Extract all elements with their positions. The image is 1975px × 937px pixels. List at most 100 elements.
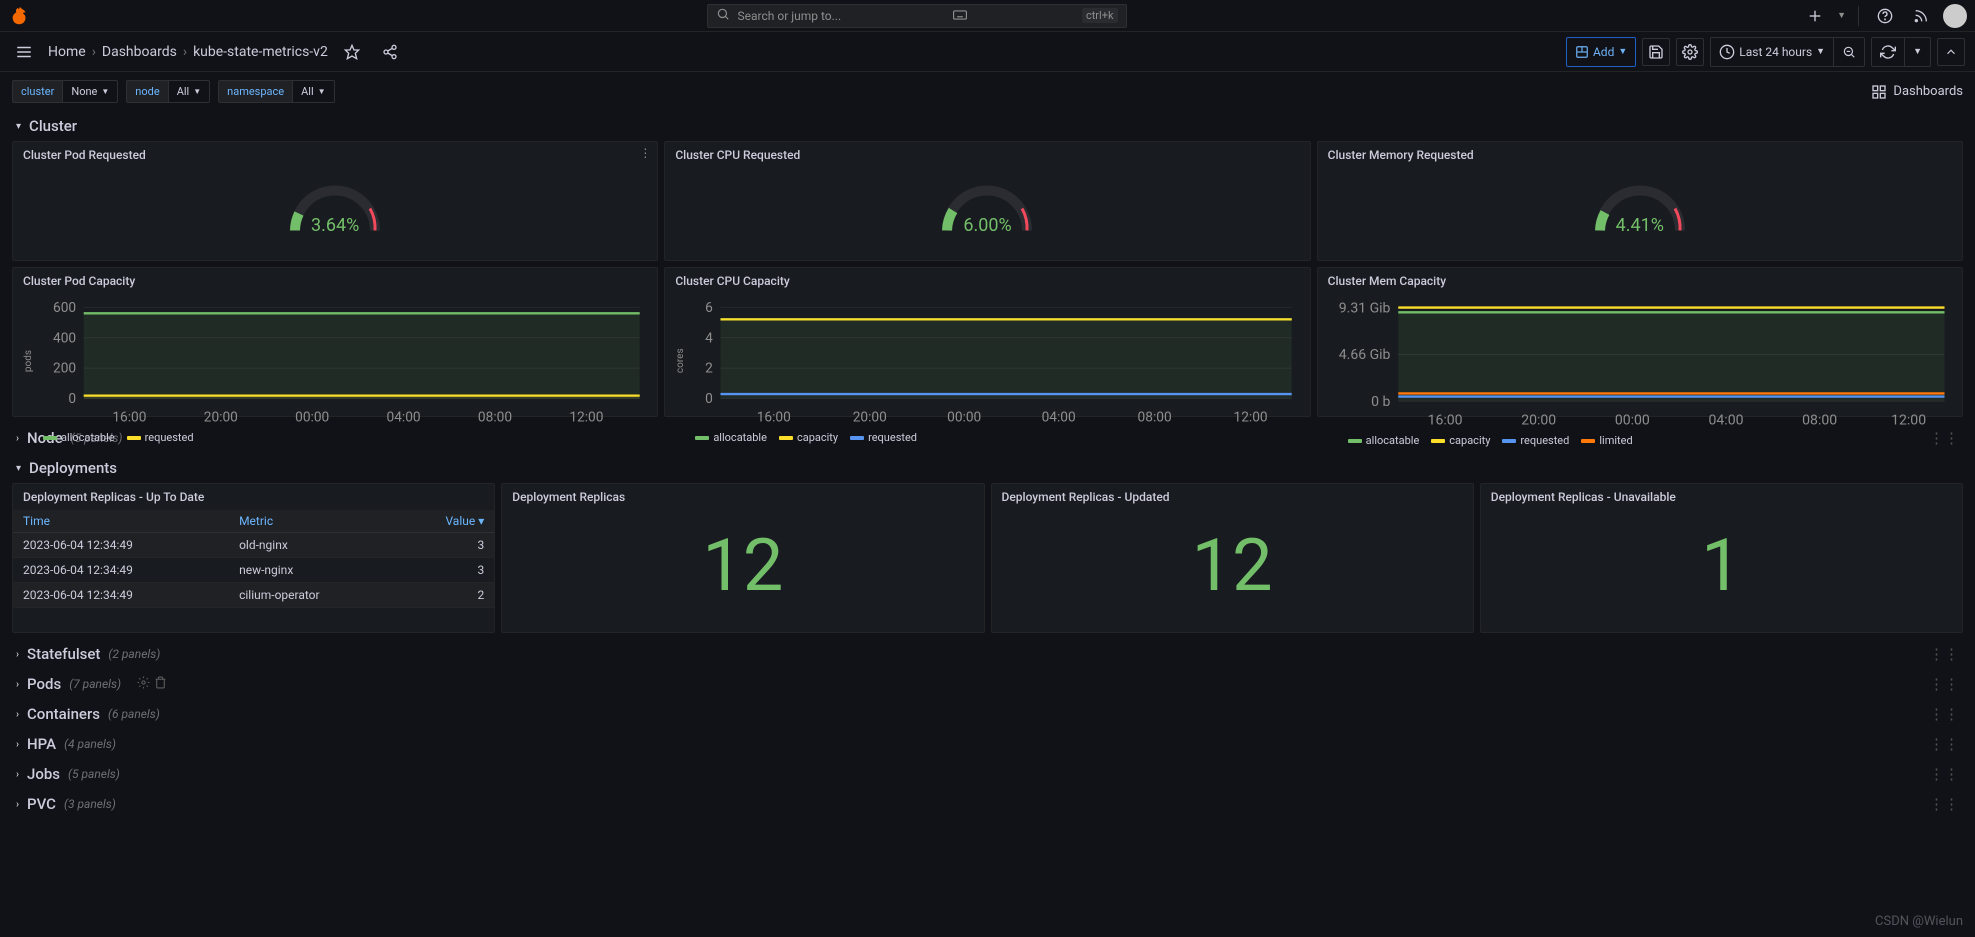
table-header-metric[interactable]: Metric — [229, 510, 396, 533]
row-containers[interactable]: › Containers (6 panels) ⋮⋮ — [12, 699, 1963, 729]
chevron-down-icon: ▼ — [193, 87, 201, 96]
panel-count: (2 panels) — [108, 647, 160, 661]
save-icon[interactable] — [1642, 38, 1670, 66]
divider — [1858, 6, 1859, 26]
gear-icon[interactable] — [137, 675, 150, 693]
panel-cluster-cpu-requested[interactable]: Cluster CPU Requested 6.00% — [664, 141, 1310, 261]
chart-legend: allocatable requested — [23, 431, 647, 444]
svg-text:08:00: 08:00 — [1802, 413, 1837, 429]
news-icon[interactable] — [1907, 2, 1935, 30]
svg-text:9.31 Gib: 9.31 Gib — [1338, 300, 1390, 316]
watermark: CSDN @Wielun — [1875, 914, 1963, 929]
gauge: 4.41% — [1590, 178, 1690, 238]
collapse-icon[interactable] — [1937, 38, 1965, 66]
row-title: Deployments — [29, 459, 117, 477]
row-pvc[interactable]: › PVC (3 panels) ⋮⋮ — [12, 789, 1963, 819]
panel-cluster-memory-requested[interactable]: Cluster Memory Requested 4.41% — [1317, 141, 1963, 261]
var-cluster-value[interactable]: None▼ — [63, 80, 118, 103]
svg-text:04:00: 04:00 — [1708, 413, 1743, 429]
breadcrumb-dashboards[interactable]: Dashboards — [102, 44, 177, 60]
panel-cluster-pod-requested[interactable]: Cluster Pod Requested ⋮ 3.64% — [12, 141, 658, 261]
var-node: node All▼ — [126, 80, 210, 103]
svg-text:0: 0 — [705, 391, 713, 407]
y-axis-label: cores — [675, 292, 686, 429]
panel-menu-icon[interactable]: ⋮ — [639, 146, 651, 160]
panel-count: (3 panels) — [64, 797, 116, 811]
svg-text:0 b: 0 b — [1371, 394, 1390, 410]
var-node-label: node — [126, 80, 168, 103]
drag-handle-icon[interactable]: ⋮⋮ — [1929, 705, 1959, 723]
refresh-interval-button[interactable]: ▼ — [1905, 37, 1931, 67]
drag-handle-icon[interactable]: ⋮⋮ — [1929, 675, 1959, 693]
var-namespace-value[interactable]: All▼ — [293, 80, 334, 103]
row-statefulset[interactable]: › Statefulset (2 panels) ⋮⋮ — [12, 639, 1963, 669]
svg-text:20:00: 20:00 — [1521, 413, 1556, 429]
stat-value: 1 — [1491, 508, 1952, 622]
panel-cluster-cpu-capacity[interactable]: Cluster CPU Capacity cores 6 4 2 0 — [664, 267, 1310, 417]
time-range-button[interactable]: Last 24 hours ▼ — [1710, 37, 1834, 67]
row-jobs[interactable]: › Jobs (5 panels) ⋮⋮ — [12, 759, 1963, 789]
panel-deployment-replicas-updated[interactable]: Deployment Replicas - Updated 12 — [991, 483, 1474, 633]
star-icon[interactable] — [338, 38, 366, 66]
panel-title: Cluster CPU Requested — [675, 148, 1299, 162]
add-button[interactable]: Add ▼ — [1566, 37, 1636, 67]
help-icon[interactable] — [1871, 2, 1899, 30]
var-node-value[interactable]: All▼ — [169, 80, 210, 103]
keyboard-icon — [953, 9, 967, 23]
svg-text:6: 6 — [705, 300, 713, 316]
chevron-down-icon: ▼ — [1816, 46, 1825, 57]
drag-handle-icon[interactable]: ⋮⋮ — [1929, 795, 1959, 813]
svg-text:4: 4 — [705, 330, 713, 346]
share-icon[interactable] — [376, 38, 404, 66]
breadcrumb-bar: Home › Dashboards › kube-state-metrics-v… — [0, 32, 1975, 72]
chevron-right-icon: › — [16, 799, 19, 810]
row-pods[interactable]: › Pods (7 panels) ⋮⋮ — [12, 669, 1963, 699]
chevron-right-icon: › — [16, 433, 19, 444]
row-cluster[interactable]: ▾ Cluster — [12, 111, 1963, 141]
panel-cluster-mem-capacity[interactable]: Cluster Mem Capacity 9.31 Gib 4.66 Gib 0… — [1317, 267, 1963, 417]
panel-count: (7 panels) — [69, 677, 121, 691]
time-range-label: Last 24 hours — [1739, 45, 1812, 59]
avatar[interactable] — [1943, 4, 1967, 28]
svg-text:0: 0 — [68, 391, 76, 407]
dashboards-link[interactable]: Dashboards — [1871, 84, 1963, 100]
grafana-logo[interactable] — [8, 4, 32, 28]
trash-icon[interactable] — [154, 675, 167, 693]
row-title: Containers — [27, 705, 100, 723]
dashboards-link-label: Dashboards — [1893, 84, 1963, 99]
panel-cluster-pod-capacity[interactable]: Cluster Pod Capacity pods 600 400 200 0 — [12, 267, 658, 417]
table-row[interactable]: 2023-06-04 12:34:49new-nginx3 — [13, 558, 494, 583]
panel-count: (6 panels) — [108, 707, 160, 721]
svg-text:08:00: 08:00 — [478, 409, 512, 425]
panel-title: Deployment Replicas - Updated — [1002, 490, 1463, 504]
breadcrumb-home[interactable]: Home — [48, 44, 86, 60]
breadcrumb: Home › Dashboards › kube-state-metrics-v… — [48, 44, 328, 60]
menu-toggle-icon[interactable] — [10, 38, 38, 66]
table-row[interactable]: 2023-06-04 12:34:49old-nginx3 — [13, 533, 494, 558]
chevron-down-icon: ▾ — [16, 463, 21, 474]
panel-title: Cluster Pod Capacity — [23, 274, 647, 288]
zoom-out-icon[interactable] — [1834, 37, 1865, 67]
breadcrumb-current[interactable]: kube-state-metrics-v2 — [193, 44, 328, 60]
row-deployments[interactable]: ▾ Deployments — [12, 453, 1963, 483]
search-input[interactable]: Search or jump to... ctrl+k — [707, 4, 1127, 28]
drag-handle-icon[interactable]: ⋮⋮ — [1929, 645, 1959, 663]
stat-value: 12 — [1002, 508, 1463, 622]
settings-icon[interactable] — [1676, 38, 1704, 66]
var-namespace-label: namespace — [218, 80, 293, 103]
panel-deployment-replicas-unavailable[interactable]: Deployment Replicas - Unavailable 1 — [1480, 483, 1963, 633]
table-header-time[interactable]: Time — [13, 510, 229, 533]
chevron-down-icon: ▼ — [101, 87, 109, 96]
chevron-down-icon[interactable]: ▼ — [1837, 10, 1846, 21]
table-row[interactable]: 2023-06-04 12:34:49cilium-operator2 — [13, 583, 494, 608]
table-header-value[interactable]: Value ▾ — [396, 510, 494, 533]
drag-handle-icon[interactable]: ⋮⋮ — [1929, 735, 1959, 753]
panel-title: Deployment Replicas — [512, 490, 973, 504]
panel-deployment-replicas-uptodate[interactable]: Deployment Replicas - Up To Date Time Me… — [12, 483, 495, 633]
refresh-icon[interactable] — [1871, 37, 1905, 67]
row-hpa[interactable]: › HPA (4 panels) ⋮⋮ — [12, 729, 1963, 759]
drag-handle-icon[interactable]: ⋮⋮ — [1929, 765, 1959, 783]
panel-deployment-replicas[interactable]: Deployment Replicas 12 — [501, 483, 984, 633]
plus-icon[interactable] — [1801, 2, 1829, 30]
panel-count: (4 panels) — [64, 737, 116, 751]
